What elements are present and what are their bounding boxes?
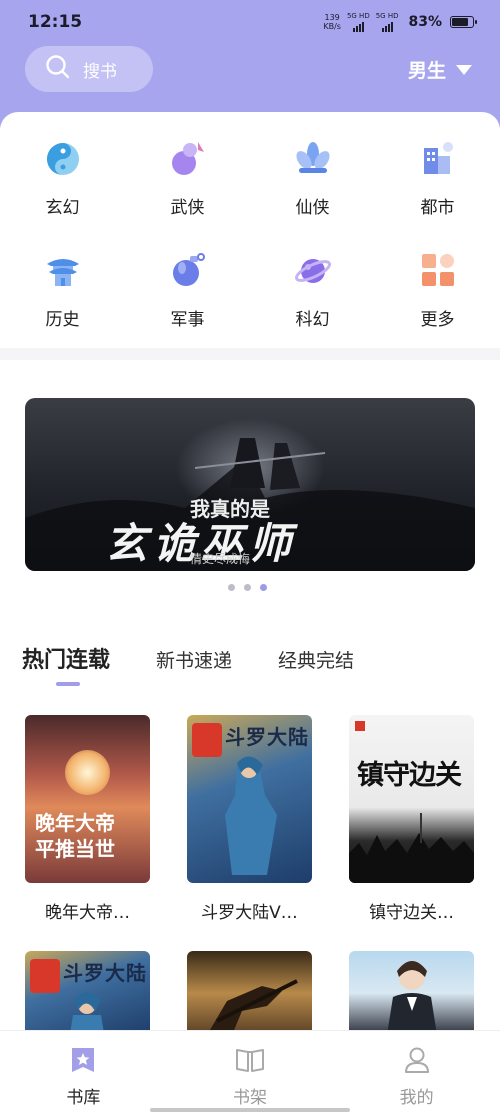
book-cover: 斗罗大陆 [25, 951, 150, 1035]
nav-library[interactable]: 书库 [0, 1031, 167, 1115]
category-junshi[interactable]: 军事 [125, 248, 250, 330]
category-more[interactable]: 更多 [375, 248, 500, 330]
gender-label: 男生 [407, 60, 446, 82]
book-grid: 晚年大帝 平推当世 晚年大帝… 斗罗大陆 斗罗大陆V… 镇守边关 镇守边关… 斗… [25, 715, 475, 1035]
book-cover: 晚年大帝 平推当世 [25, 715, 150, 883]
gourd-icon [166, 136, 210, 180]
book-cover: 镇守边关 [349, 715, 474, 883]
status-icons: 139 KB/s 5G HD 5G HD 83% [323, 12, 477, 32]
book-card[interactable]: 镇守边关 镇守边关… [349, 715, 474, 923]
buildings-icon [416, 136, 460, 180]
tab-indicator [56, 682, 80, 686]
nav-mine[interactable]: 我的 [333, 1031, 500, 1115]
grid-icon [416, 248, 460, 292]
book-title: 斗罗大陆V… [201, 903, 298, 923]
book-cover: 斗罗大陆 [187, 715, 312, 883]
user-icon [402, 1045, 432, 1079]
status-bar: 12:15 139 KB/s 5G HD 5G HD 83% [0, 0, 500, 44]
tab-new-books[interactable]: 新书速递 [156, 646, 232, 673]
carousel-dot[interactable] [244, 584, 251, 591]
search-button[interactable]: 搜书 [25, 46, 153, 92]
palace-icon [41, 248, 85, 292]
book-cover [349, 951, 474, 1035]
book-card[interactable]: 斗罗大陆 [25, 951, 150, 1035]
bottom-nav: 书库 书架 我的 [0, 1030, 500, 1115]
search-icon [45, 54, 71, 85]
book-card[interactable]: 斗罗大陆 斗罗大陆V… [187, 715, 312, 923]
category-kehuan[interactable]: 科幻 [250, 248, 375, 330]
book-card[interactable]: 晚年大帝 平推当世 晚年大帝… [25, 715, 150, 923]
status-time: 12:15 [28, 12, 83, 32]
book-title: 晚年大帝… [45, 903, 130, 923]
yin-yang-icon [41, 136, 85, 180]
battery-percent: 83% [408, 14, 442, 30]
category-xianxia[interactable]: 仙侠 [250, 136, 375, 218]
signal-icon: 5G HD [347, 12, 370, 32]
planet-icon [291, 248, 335, 292]
category-wuxia[interactable]: 武侠 [125, 136, 250, 218]
signal-icon: 5G HD [376, 12, 398, 32]
carousel-dot-active[interactable] [260, 584, 267, 591]
search-placeholder: 搜书 [83, 61, 117, 82]
star-book-icon [68, 1045, 98, 1079]
category-xuanhuan[interactable]: 玄幻 [0, 136, 125, 218]
carousel-dot[interactable] [228, 584, 235, 591]
home-indicator [150, 1108, 350, 1112]
grenade-icon [166, 248, 210, 292]
category-dushi[interactable]: 都市 [375, 136, 500, 218]
carousel-dots [228, 584, 267, 591]
bookshelf-icon [234, 1045, 266, 1079]
lotus-icon [291, 136, 335, 180]
category-grid: 玄幻 武侠 仙侠 都市 历史 军事 科幻 更多 [0, 136, 500, 330]
content-card: 玄幻 武侠 仙侠 都市 历史 军事 科幻 更多 我真的是 玄诡巫师 情史尽成悔 … [0, 112, 500, 1115]
caret-down-icon [456, 64, 472, 75]
nav-bookshelf[interactable]: 书架 [167, 1031, 334, 1115]
book-card[interactable] [187, 951, 312, 1035]
section-divider [0, 348, 500, 360]
tab-classic-finished[interactable]: 经典完结 [278, 646, 354, 673]
book-card[interactable] [349, 951, 474, 1035]
category-lishi[interactable]: 历史 [0, 248, 125, 330]
battery-icon [450, 16, 477, 28]
gender-select[interactable]: 男生 [408, 56, 472, 83]
book-cover [187, 951, 312, 1035]
banner-carousel[interactable]: 我真的是 玄诡巫师 情史尽成悔 [25, 398, 475, 571]
section-tabs: 热门连载 新书速递 经典完结 [22, 642, 400, 674]
book-title: 镇守边关… [369, 903, 454, 923]
net-speed: 139 KB/s [323, 13, 341, 31]
tab-hot-serial[interactable]: 热门连载 [22, 642, 110, 674]
